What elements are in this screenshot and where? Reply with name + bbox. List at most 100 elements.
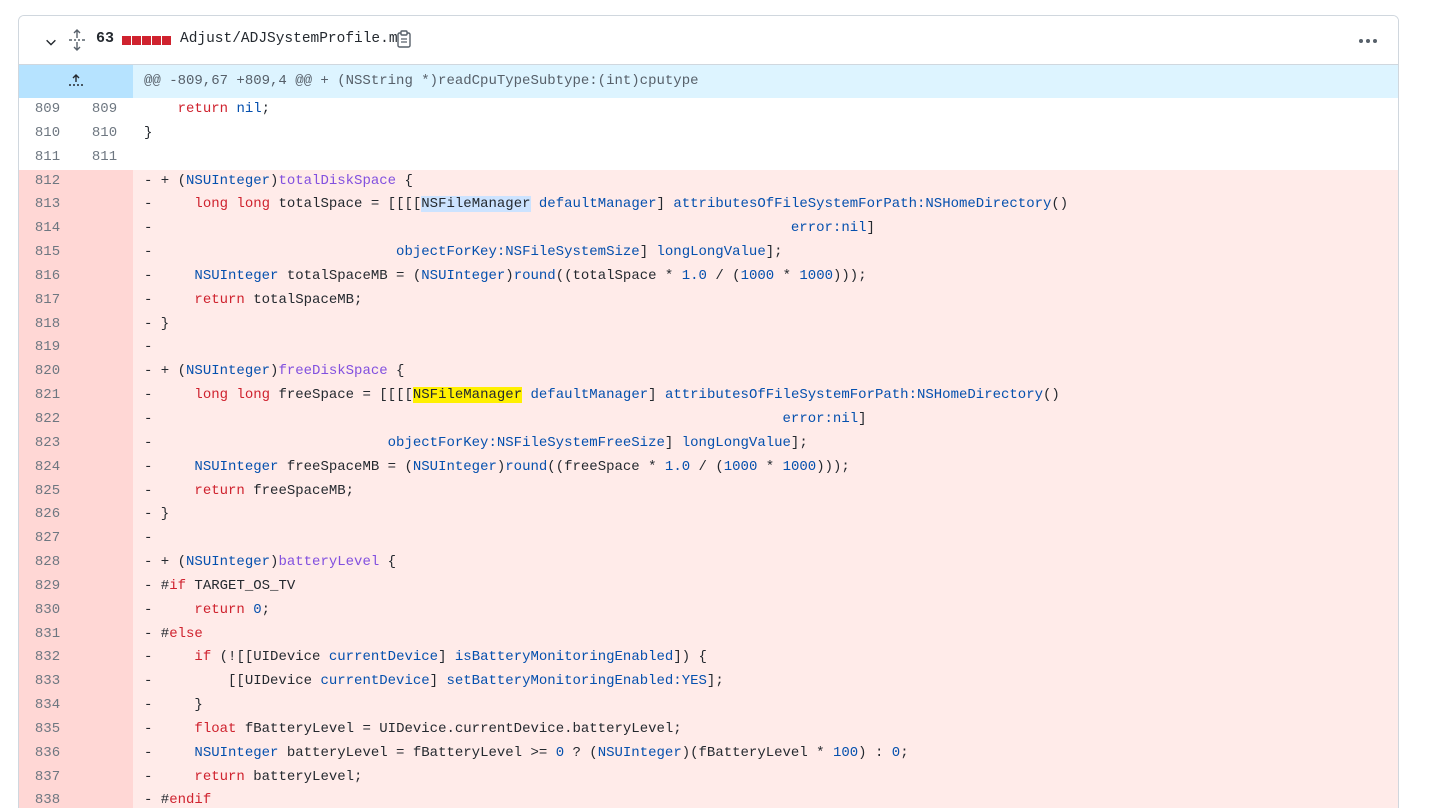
old-line-number[interactable]: 821 [19,384,76,408]
code-token: NSFileManager [412,387,523,404]
new-line-number[interactable] [76,479,133,504]
code-token: - [144,220,791,237]
old-line-number[interactable]: 827 [19,527,76,552]
old-line-number[interactable]: 832 [19,646,76,671]
code-token: else [169,625,203,642]
code-token: * [757,458,783,475]
old-line-number[interactable]: 811 [19,145,76,170]
old-line-number[interactable]: 836 [19,741,76,766]
code-token: return [194,291,245,308]
code-token: NSFileManager [421,196,531,213]
old-line-number[interactable]: 828 [19,551,76,575]
new-line-number[interactable] [76,789,133,808]
expand-all-icon[interactable] [68,29,88,51]
new-line-number[interactable] [76,431,133,456]
code-token: - + ( [144,554,187,571]
code-token: ; [900,744,909,761]
deleted-line: 828 - + (NSUInteger)batteryLevel { [19,551,1398,575]
new-line-number[interactable] [76,455,133,480]
code-token: TARGET_OS_TV [186,577,296,594]
old-line-number[interactable]: 817 [19,288,76,313]
deleted-line: 820 - + (NSUInteger)freeDiskSpace { [19,360,1398,385]
new-line-number[interactable] [76,551,133,575]
copy-path-icon[interactable] [396,30,414,50]
new-line-number[interactable] [76,694,133,718]
code-token: / ( [706,267,741,284]
old-line-number[interactable]: 829 [19,574,76,599]
collapse-chevron-icon[interactable] [41,32,61,52]
file-name-link[interactable]: Adjust/ADJSystemProfile.m [180,31,398,47]
code-token: (![[UIDevice [211,649,329,666]
old-line-number[interactable]: 834 [19,694,76,718]
code-line: - return 0; [133,598,1398,623]
expand-up-button[interactable] [19,65,133,98]
old-line-number[interactable]: 815 [19,241,76,265]
old-line-number[interactable]: 813 [19,193,76,218]
code-token: ; [261,101,271,117]
old-line-number[interactable]: 838 [19,789,76,808]
old-line-number[interactable]: 830 [19,598,76,623]
new-line-number[interactable] [76,336,133,361]
code-token: return [194,482,245,499]
code-line: - float fBatteryLevel = UIDevice.current… [133,717,1398,742]
old-line-number[interactable]: 831 [19,622,76,647]
new-line-number[interactable] [76,241,133,265]
deleted-line: 822 - error:nil] [19,407,1398,432]
new-line-number[interactable] [76,312,133,337]
code-token: long [236,387,271,404]
new-line-number[interactable] [76,288,133,313]
new-line-number[interactable] [76,384,133,408]
old-line-number[interactable]: 826 [19,503,76,528]
new-line-number[interactable]: 811 [76,145,133,170]
code-token: - [144,601,195,618]
old-line-number[interactable]: 824 [19,455,76,480]
new-line-number[interactable] [76,407,133,432]
old-line-number[interactable]: 812 [19,169,76,194]
new-line-number[interactable] [76,574,133,599]
new-line-number[interactable] [76,169,133,194]
old-line-number[interactable]: 822 [19,407,76,432]
old-line-number[interactable]: 833 [19,670,76,695]
new-line-number[interactable] [76,527,133,552]
deleted-line: 830 - return 0; [19,598,1398,623]
code-line: - return batteryLevel; [133,765,1398,790]
code-token: attributesOfFileSystemForPath:NSHomeDire… [673,196,1052,213]
new-line-number[interactable] [76,598,133,623]
old-line-number[interactable]: 823 [19,431,76,456]
new-line-number[interactable]: 810 [76,121,133,146]
new-line-number[interactable] [76,765,133,790]
code-token: long [236,196,271,213]
context-line: 811 811 [19,145,1398,170]
code-token: defaultManager [530,387,649,404]
new-line-number[interactable] [76,264,133,289]
old-line-number[interactable]: 825 [19,479,76,504]
old-line-number[interactable]: 816 [19,264,76,289]
code-token: - [144,649,195,666]
new-line-number[interactable] [76,646,133,671]
new-line-number[interactable] [76,622,133,647]
new-line-number[interactable] [76,217,133,242]
old-line-number[interactable]: 819 [19,336,76,361]
new-line-number[interactable] [76,193,133,218]
old-line-number[interactable]: 820 [19,360,76,385]
code-token: 1000 [723,458,758,475]
code-token: - + ( [144,363,187,380]
code-line: - objectForKey:NSFileSystemFreeSize] lon… [133,431,1398,456]
new-line-number[interactable] [76,741,133,766]
new-line-number[interactable] [76,670,133,695]
old-line-number[interactable]: 809 [19,98,76,122]
old-line-number[interactable]: 837 [19,765,76,790]
old-line-number[interactable]: 835 [19,717,76,742]
code-token: 1000 [740,267,775,284]
old-line-number[interactable]: 814 [19,217,76,242]
new-line-number[interactable] [76,717,133,742]
old-line-number[interactable]: 810 [19,121,76,146]
more-options-icon[interactable] [1356,32,1380,50]
code-line: - [133,336,1398,361]
old-line-number[interactable]: 818 [19,312,76,337]
deleted-line: 823 - objectForKey:NSFileSystemFreeSize] … [19,431,1398,456]
new-line-number[interactable] [76,503,133,528]
new-line-number[interactable]: 809 [76,98,133,122]
new-line-number[interactable] [76,360,133,385]
